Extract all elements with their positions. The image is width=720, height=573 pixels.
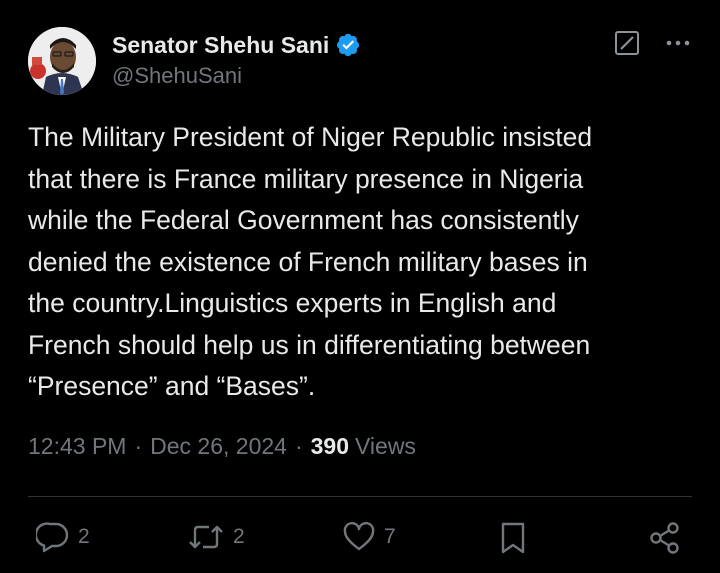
bookmark-button[interactable] [498,521,528,555]
tweet-header: Senator Shehu Sani @ShehuSani [28,26,361,96]
tweet-date[interactable]: Dec 26, 2024 [150,433,287,460]
reply-icon [36,521,70,553]
repost-icon [187,521,225,553]
top-actions [614,30,692,56]
share-icon [648,521,682,555]
name-row: Senator Shehu Sani [112,29,361,61]
like-button[interactable]: 7 [342,521,396,553]
meta-separator: · [294,433,303,459]
views-label: Views [355,433,416,459]
tweet-time[interactable]: 12:43 PM [28,433,126,460]
author-handle[interactable]: @ShehuSani [112,63,361,89]
divider [28,496,692,497]
bookmark-icon [498,521,528,555]
tweet-text: The Military President of Niger Republic… [28,122,593,401]
like-icon [342,521,376,553]
avatar[interactable] [28,27,96,95]
share-button[interactable] [648,521,682,555]
repost-button[interactable]: 2 [187,521,245,553]
tweet: Senator Shehu Sani @ShehuSani The Milita… [0,0,720,573]
like-count: 7 [384,525,396,548]
reply-count: 2 [78,525,90,548]
verified-badge-icon[interactable] [335,32,361,58]
more-icon[interactable] [664,30,692,56]
author-names: Senator Shehu Sani @ShehuSani [112,29,361,89]
author-display-name[interactable]: Senator Shehu Sani [112,32,329,59]
tweet-meta: 12:43 PM · Dec 26, 2024 · 390 Views [28,433,416,460]
views-count: 390 [310,433,349,459]
meta-separator: · [134,433,143,459]
repost-count: 2 [233,525,245,548]
avatar-image [28,27,96,95]
reply-button[interactable]: 2 [36,521,90,553]
action-bar: 2 2 7 [0,515,720,561]
grok-icon[interactable] [614,30,640,56]
